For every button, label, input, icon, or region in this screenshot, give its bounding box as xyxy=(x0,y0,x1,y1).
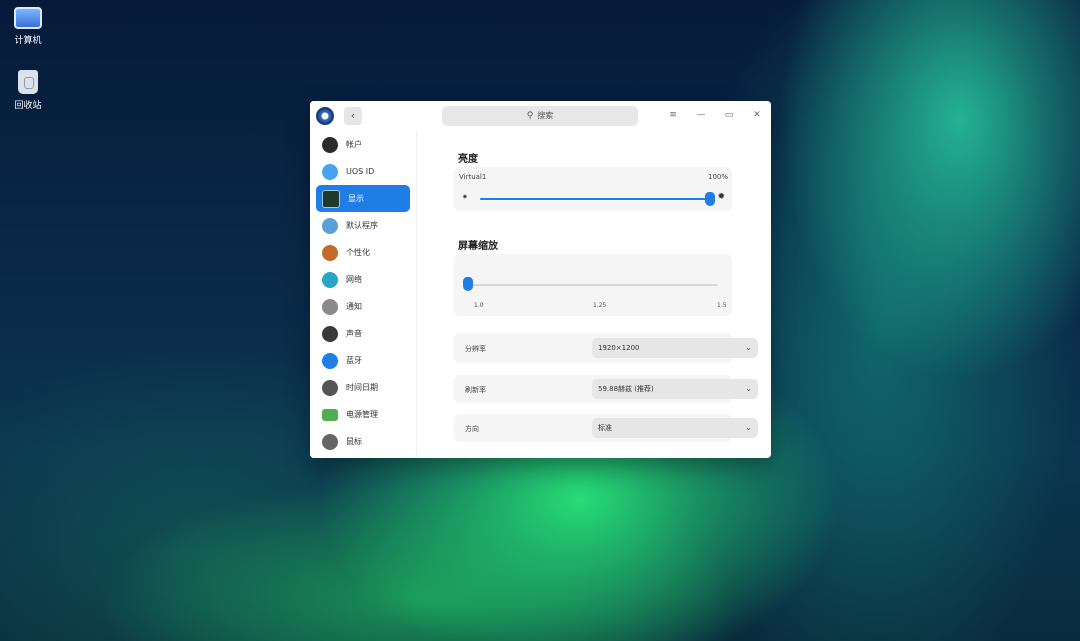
scaling-title: 屏幕缩放 xyxy=(458,241,498,252)
sidebar-item[interactable]: 通知 xyxy=(316,293,410,320)
sidebar-item-label: 帐户 xyxy=(346,140,362,149)
display-settings: 亮度 Virtual1 100% ✷ ✹ 屏幕缩放 1.0 1.25 1.5 分… xyxy=(418,131,771,458)
sidebar-item[interactable]: 鼠标 xyxy=(316,428,410,455)
sidebar-item-label: 时间日期 xyxy=(346,383,378,392)
brightness-high-icon: ✹ xyxy=(717,192,725,202)
orientation-row: 方向 标准 ⌄ xyxy=(454,414,758,442)
refresh-row: 刷新率 59.88赫兹 (推荐) ⌄ xyxy=(454,375,758,403)
notification-icon xyxy=(322,298,338,315)
sidebar-item-label: UOS ID xyxy=(346,167,375,176)
resolution-label: 分辨率 xyxy=(465,345,486,353)
sidebar-item[interactable]: 帐户 xyxy=(316,131,410,158)
sidebar-divider xyxy=(416,131,417,458)
scaling-slider-handle[interactable] xyxy=(463,277,473,291)
sidebar-item-label: 鼠标 xyxy=(346,437,362,446)
trash-icon xyxy=(18,70,38,94)
monitor-name: Virtual1 xyxy=(459,173,487,181)
brightness-title: 亮度 xyxy=(458,154,478,165)
display-icon xyxy=(322,189,340,208)
scaling-track[interactable] xyxy=(468,284,718,286)
power-icon xyxy=(322,408,338,421)
back-button[interactable]: ‹ xyxy=(344,107,362,125)
brightness-low-icon: ✷ xyxy=(462,193,468,201)
scaling-tick-max: 1.5 xyxy=(717,302,727,309)
maximize-button[interactable]: ▭ xyxy=(722,108,736,122)
desktop-trash-label: 回收站 xyxy=(14,101,42,111)
search-input[interactable]: ⚲ 搜索 xyxy=(442,106,638,126)
app-logo-icon xyxy=(316,107,334,125)
resolution-value: 1920×1200 xyxy=(598,344,640,352)
bluetooth-icon xyxy=(322,352,338,369)
sidebar-item-label: 蓝牙 xyxy=(346,356,362,365)
resolution-row: 分辨率 1920×1200 ⌄ xyxy=(454,333,758,363)
personalization-icon xyxy=(322,244,338,261)
cloud-icon xyxy=(322,163,338,180)
minimize-button[interactable]: — xyxy=(694,108,708,122)
sidebar-item[interactable]: 显示 xyxy=(316,185,410,212)
sidebar-item-label: 显示 xyxy=(348,194,364,203)
refresh-label: 刷新率 xyxy=(465,386,486,394)
search-placeholder: 搜索 xyxy=(537,111,554,120)
scaling-tick-mid: 1.25 xyxy=(593,302,607,309)
orientation-select[interactable]: 标准 ⌄ xyxy=(592,418,758,438)
sidebar-item[interactable]: 电源管理 xyxy=(316,401,410,428)
brightness-card: Virtual1 100% ✷ ✹ xyxy=(454,167,732,211)
sidebar-item-label: 电源管理 xyxy=(346,410,378,419)
search-icon: ⚲ xyxy=(526,111,534,121)
sidebar-item-label: 网络 xyxy=(346,275,362,284)
mouse-icon xyxy=(322,433,338,450)
sidebar-item[interactable]: 蓝牙 xyxy=(316,347,410,374)
sidebar-item[interactable]: 声音 xyxy=(316,320,410,347)
scaling-card: 1.0 1.25 1.5 xyxy=(454,254,732,316)
sidebar-item[interactable]: UOS ID xyxy=(316,158,410,185)
control-center-window: ‹ ⚲ 搜索 ≡ — ▭ ✕ 帐户 UOS ID 显示默认程序个性化网络通知声音蓝牙时… xyxy=(310,101,771,458)
sidebar-item[interactable]: 个性化 xyxy=(316,239,410,266)
sidebar-item[interactable]: 时间日期 xyxy=(316,374,410,401)
sidebar-item[interactable]: 默认程序 xyxy=(316,212,410,239)
sound-icon xyxy=(322,325,338,342)
chevron-down-icon: ⌄ xyxy=(745,343,752,352)
default-apps-icon xyxy=(322,217,338,234)
sidebar-item[interactable]: 网络 xyxy=(316,266,410,293)
refresh-select[interactable]: 59.88赫兹 (推荐) ⌄ xyxy=(592,379,758,399)
titlebar: ‹ ⚲ 搜索 ≡ — ▭ ✕ xyxy=(310,101,771,131)
chevron-down-icon: ⌄ xyxy=(745,423,752,432)
desktop-computer[interactable]: 计算机 xyxy=(0,7,58,46)
brightness-percent: 100% xyxy=(707,173,728,181)
network-icon xyxy=(322,271,338,288)
brightness-fill xyxy=(480,198,710,200)
refresh-value: 59.88赫兹 (推荐) xyxy=(598,385,654,393)
sidebar-item-label: 默认程序 xyxy=(346,221,378,230)
desktop-trash[interactable]: 回收站 xyxy=(0,70,58,111)
sidebar-item-label: 通知 xyxy=(346,302,362,311)
sidebar-item-label: 声音 xyxy=(346,329,362,338)
clock-icon xyxy=(322,379,338,396)
scaling-tick-min: 1.0 xyxy=(474,302,484,309)
menu-button[interactable]: ≡ xyxy=(666,108,680,122)
resolution-select[interactable]: 1920×1200 ⌄ xyxy=(592,338,758,358)
sidebar-item-label: 个性化 xyxy=(346,248,370,257)
account-icon xyxy=(322,136,338,153)
chevron-down-icon: ⌄ xyxy=(745,384,752,393)
close-button[interactable]: ✕ xyxy=(750,108,764,122)
sidebar: 帐户 UOS ID 显示默认程序个性化网络通知声音蓝牙时间日期电源管理鼠标 xyxy=(310,131,416,458)
orientation-value: 标准 xyxy=(598,424,612,432)
desktop-computer-label: 计算机 xyxy=(14,36,42,46)
orientation-label: 方向 xyxy=(465,425,479,433)
brightness-slider-handle[interactable] xyxy=(705,192,715,206)
computer-icon xyxy=(14,7,42,29)
